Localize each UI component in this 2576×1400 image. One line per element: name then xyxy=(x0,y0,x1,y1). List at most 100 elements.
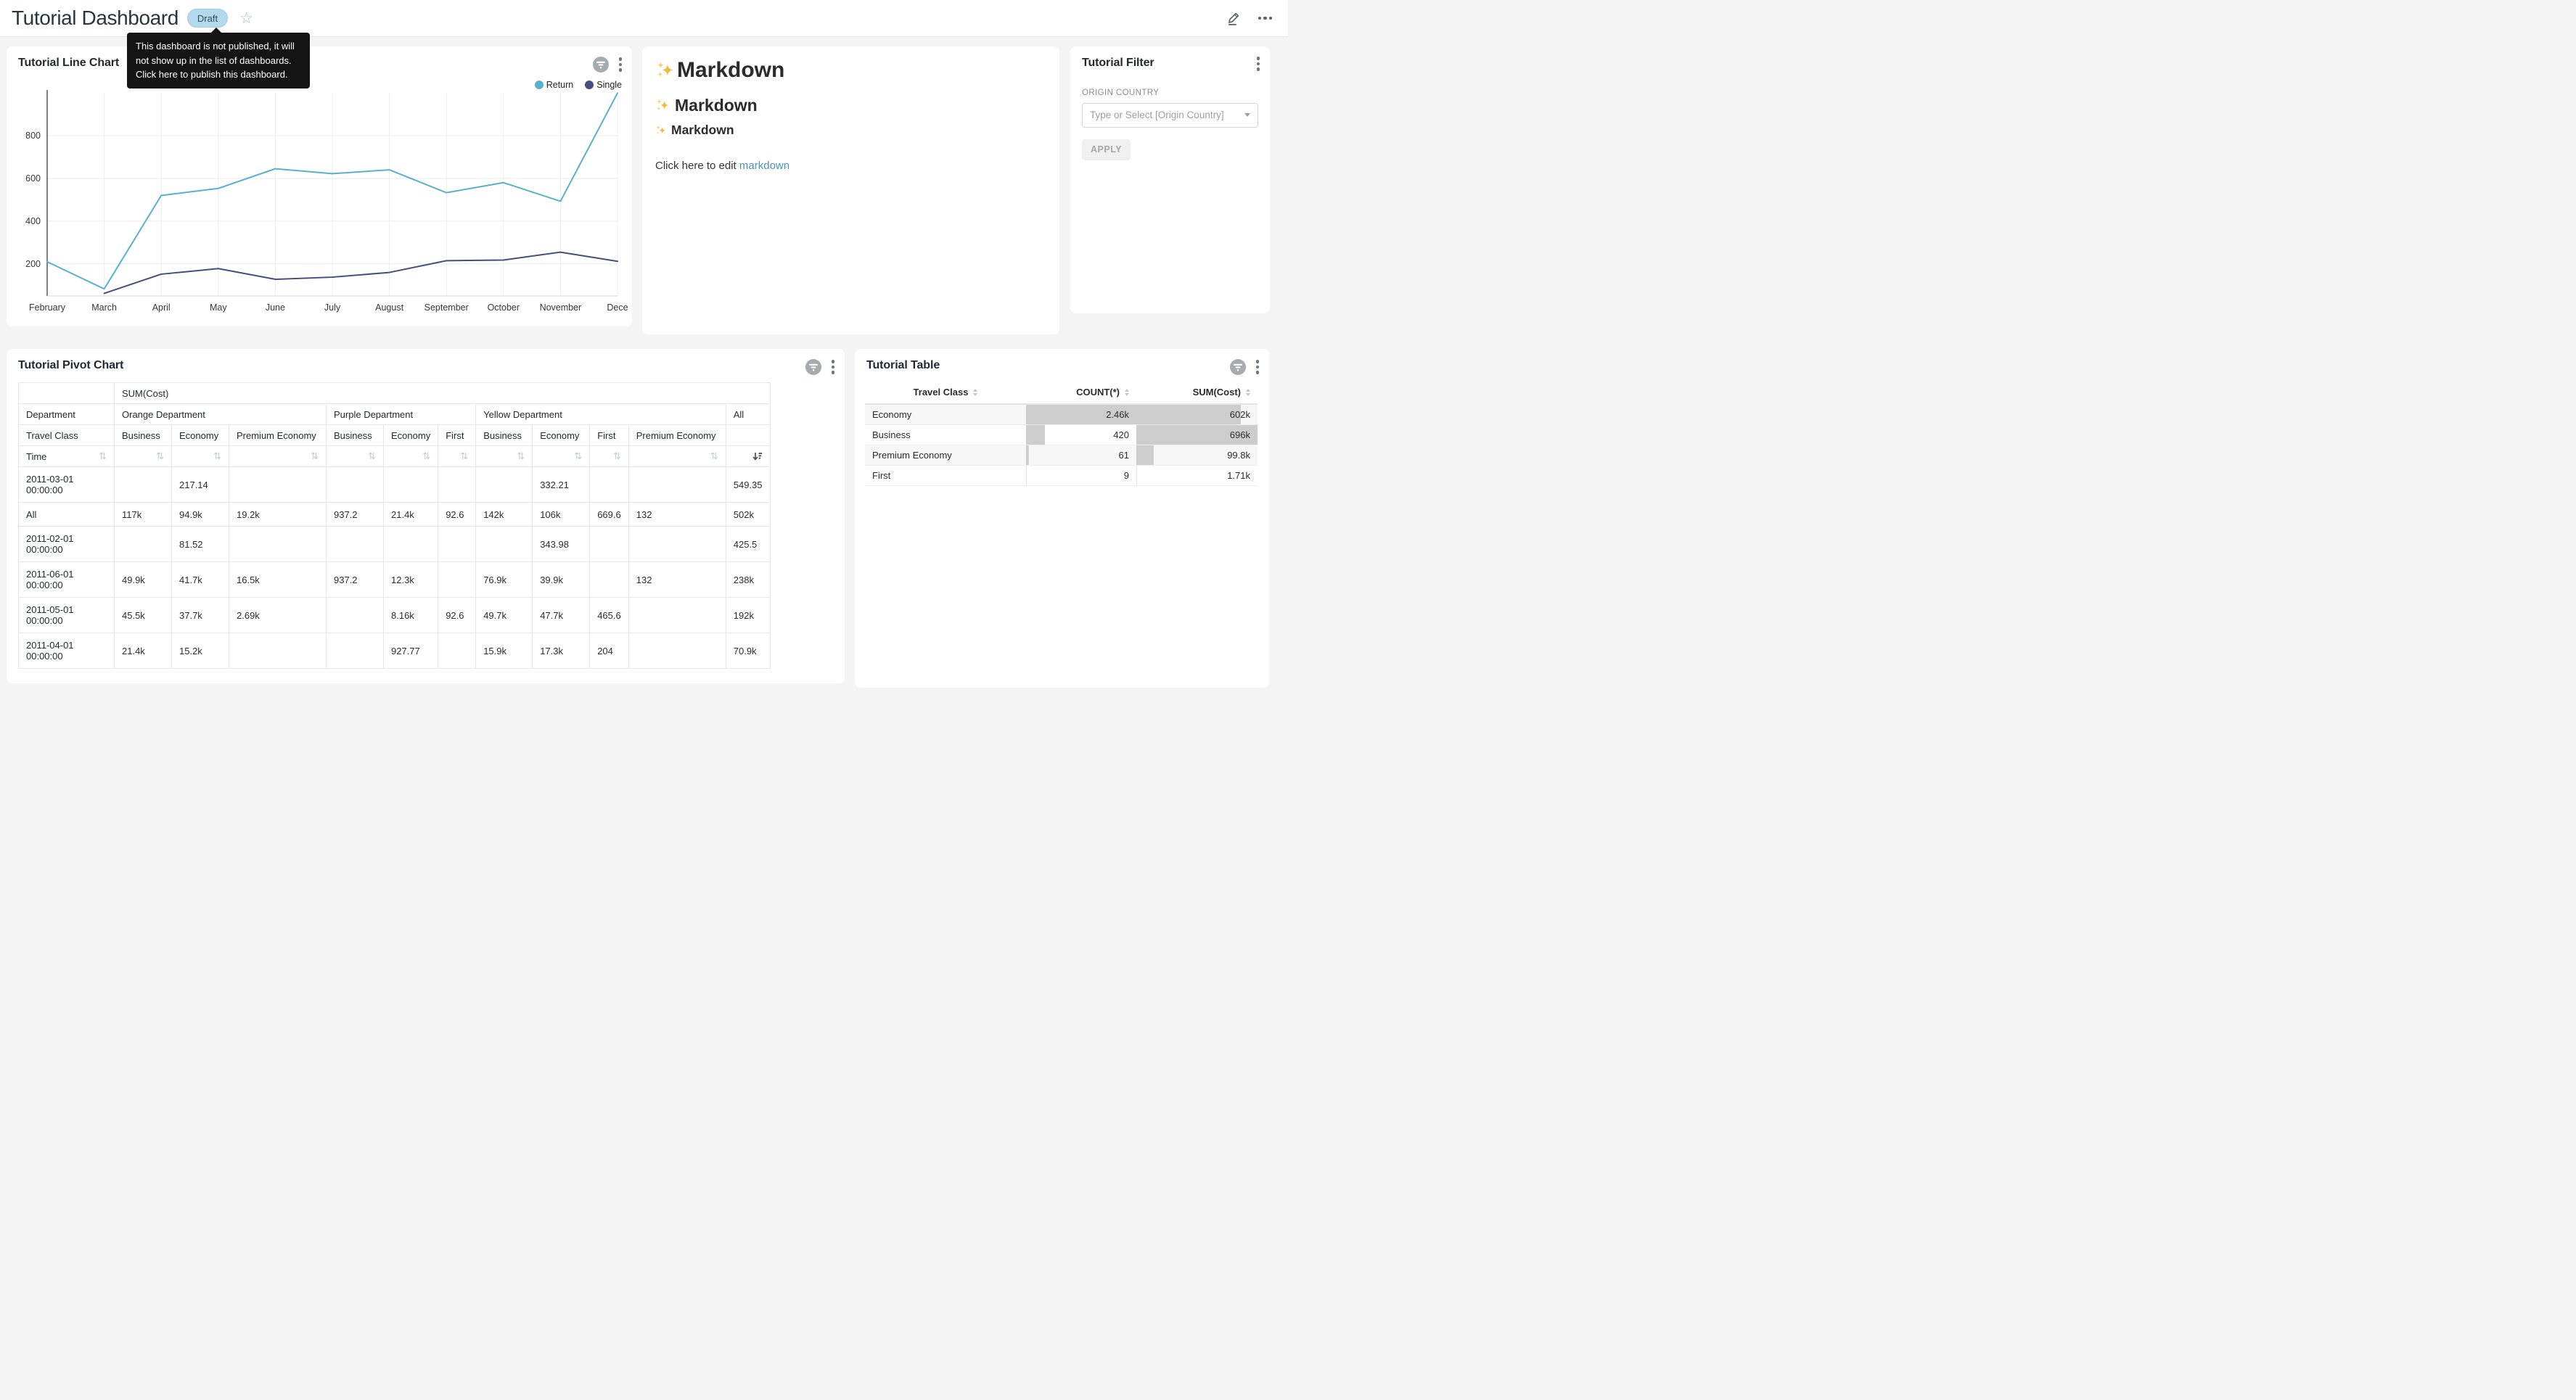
origin-country-placeholder: Type or Select [Origin Country] xyxy=(1090,110,1240,120)
pivot-value-cell: 45.5k xyxy=(115,598,172,633)
pivot-value-cell: 94.9k xyxy=(172,503,229,527)
filter-card-title: Tutorial Filter xyxy=(1082,57,1154,70)
sparkle-icon xyxy=(655,60,676,81)
markdown-paragraph: Click here to edit markdown xyxy=(655,160,1046,172)
pivot-all-header: All xyxy=(726,404,770,425)
pivot-row-header: 2011-03-01 00:00:00 xyxy=(19,467,115,503)
pivot-sort-cell[interactable]: ⇅ xyxy=(327,446,384,467)
pivot-sort-cell[interactable]: ⇅ xyxy=(476,446,533,467)
table-column-header[interactable]: Travel Class xyxy=(865,382,1026,404)
pivot-value-cell: 76.9k xyxy=(476,562,533,598)
line-chart-plot: 200400600800FebruaryMarchAprilMayJuneJul… xyxy=(9,87,628,319)
pivot-value-cell xyxy=(628,467,726,503)
pivot-value-cell: 17.3k xyxy=(533,633,590,669)
pivot-row-header: 2011-02-01 00:00:00 xyxy=(19,527,115,562)
pivot-value-cell xyxy=(590,527,629,562)
table-column-header[interactable]: COUNT(*) xyxy=(1026,382,1136,404)
count-cell: 2.46k xyxy=(1026,404,1136,424)
origin-country-select[interactable]: Type or Select [Origin Country] xyxy=(1082,103,1258,128)
pivot-value-cell xyxy=(438,562,476,598)
pivot-value-cell xyxy=(628,527,726,562)
pivot-row: 2011-02-01 00:00:0081.52343.98425.5 xyxy=(19,527,771,562)
pivot-sort-cell[interactable]: ⇅ xyxy=(229,446,327,467)
pivot-kebab-menu-icon[interactable] xyxy=(832,360,835,374)
edit-pencil-icon[interactable] xyxy=(1226,10,1242,26)
pivot-row-header: 2011-04-01 00:00:00 xyxy=(19,633,115,669)
table-row: First91.71k xyxy=(865,465,1258,485)
cross-filter-icon[interactable] xyxy=(805,359,821,375)
pivot-sort-cell[interactable]: ⇅ xyxy=(438,446,476,467)
sort-icon[interactable]: ⇅ xyxy=(99,450,107,462)
sparkle-icon xyxy=(655,125,667,136)
pivot-value-cell: 92.6 xyxy=(438,598,476,633)
sort-desc-active-icon[interactable] xyxy=(752,451,763,461)
sort-carets-icon xyxy=(1125,389,1129,396)
dashboard-header: Tutorial Dashboard Draft ☆ xyxy=(0,0,1288,37)
pivot-value-cell: 927.77 xyxy=(384,633,438,669)
sort-icon[interactable]: ⇅ xyxy=(517,450,525,462)
pivot-sort-cell[interactable]: ⇅ xyxy=(533,446,590,467)
apply-button[interactable]: APPLY xyxy=(1082,139,1131,160)
favorite-star-icon[interactable]: ☆ xyxy=(239,11,253,26)
table-card: Tutorial Table Travel ClassCOUNT(*)SUM(C… xyxy=(855,349,1269,688)
pivot-row: 2011-04-01 00:00:0021.4k15.2k927.7715.9k… xyxy=(19,633,771,669)
travel-class-cell: Economy xyxy=(865,404,1026,424)
chevron-down-icon xyxy=(1244,113,1250,117)
pivot-value-cell xyxy=(229,467,327,503)
markdown-h1: Markdown xyxy=(655,58,1046,83)
pivot-value-cell: 2.69k xyxy=(229,598,327,633)
table-kebab-menu-icon[interactable] xyxy=(1256,360,1260,374)
pivot-value-cell: 49.9k xyxy=(115,562,172,598)
sort-icon[interactable]: ⇅ xyxy=(311,450,319,462)
pivot-value-cell: 16.5k xyxy=(229,562,327,598)
sum-cell: 1.71k xyxy=(1136,465,1258,485)
origin-country-label: ORIGIN COUNTRY xyxy=(1082,88,1258,97)
markdown-card: Markdown Markdown Markdown Click here to… xyxy=(642,46,1059,334)
pivot-value-cell: 192k xyxy=(726,598,770,633)
draft-status-badge[interactable]: Draft xyxy=(187,9,228,28)
pivot-value-cell: 937.2 xyxy=(327,503,384,527)
pivot-value-cell xyxy=(476,467,533,503)
y-axis-tick-label: 400 xyxy=(25,216,41,226)
pivot-value-cell: 70.9k xyxy=(726,633,770,669)
pivot-value-cell xyxy=(115,467,172,503)
pivot-sort-cell[interactable]: ⇅ xyxy=(384,446,438,467)
pivot-sort-cell[interactable]: ⇅ xyxy=(590,446,629,467)
filter-kebab-menu-icon[interactable] xyxy=(1257,57,1260,71)
cross-filter-icon[interactable] xyxy=(593,57,609,73)
pivot-class-header: First xyxy=(590,425,629,446)
pivot-chart-card: Tutorial Pivot Chart SUM(Cost)Department… xyxy=(7,349,845,683)
sort-icon[interactable]: ⇅ xyxy=(368,450,376,462)
pivot-sort-cell[interactable]: ⇅ xyxy=(172,446,229,467)
sum-cell: 696k xyxy=(1136,424,1258,445)
pivot-value-cell: 132 xyxy=(628,503,726,527)
sort-icon[interactable]: ⇅ xyxy=(213,450,221,462)
pivot-value-cell: 217.14 xyxy=(172,467,229,503)
count-cell: 420 xyxy=(1026,424,1136,445)
pivot-sort-cell[interactable]: ⇅ xyxy=(115,446,172,467)
line-chart-title: Tutorial Line Chart xyxy=(18,57,119,70)
pivot-sort-cell[interactable] xyxy=(726,446,770,467)
sort-icon[interactable]: ⇅ xyxy=(422,450,430,462)
pivot-class-header: First xyxy=(438,425,476,446)
pivot-row-header: 2011-05-01 00:00:00 xyxy=(19,598,115,633)
table-column-header[interactable]: SUM(Cost) xyxy=(1136,382,1258,404)
draft-tooltip-text: This dashboard is not published, it will… xyxy=(136,41,295,80)
sort-icon[interactable]: ⇅ xyxy=(460,450,468,462)
pivot-value-cell xyxy=(327,467,384,503)
pivot-value-cell: 669.6 xyxy=(590,503,629,527)
sort-icon[interactable]: ⇅ xyxy=(574,450,582,462)
pivot-value-cell xyxy=(590,467,629,503)
sort-icon[interactable]: ⇅ xyxy=(156,450,164,462)
markdown-edit-link[interactable]: markdown xyxy=(739,160,789,172)
x-axis-tick-label: July xyxy=(324,302,341,313)
pivot-time-label[interactable]: Time⇅ xyxy=(19,446,115,467)
pivot-sort-cell[interactable]: ⇅ xyxy=(628,446,726,467)
pivot-row: All117k94.9k19.2k937.221.4k92.6142k106k6… xyxy=(19,503,771,527)
pivot-value-cell: 12.3k xyxy=(384,562,438,598)
cross-filter-icon[interactable] xyxy=(1230,359,1246,375)
sort-icon[interactable]: ⇅ xyxy=(613,450,621,462)
header-more-menu-icon[interactable] xyxy=(1258,17,1273,20)
sort-icon[interactable]: ⇅ xyxy=(710,450,718,462)
line-chart-kebab-menu-icon[interactable] xyxy=(619,57,623,72)
